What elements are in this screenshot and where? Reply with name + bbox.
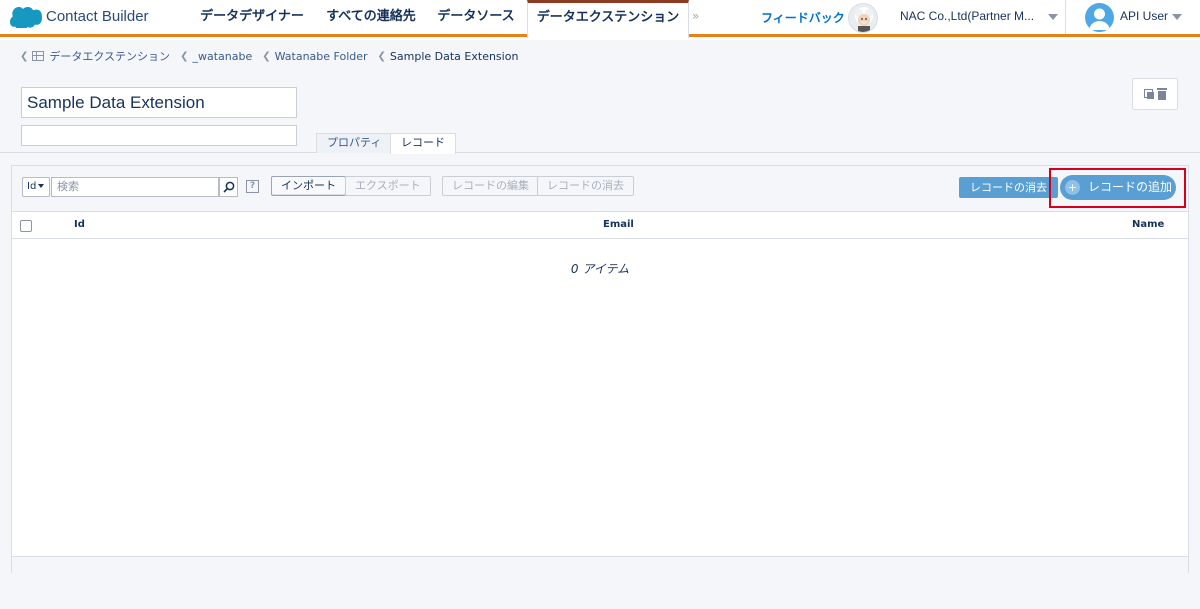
subtab-divider <box>0 152 1200 153</box>
breadcrumb-data-extensions[interactable]: データエクステンション <box>49 48 170 64</box>
breadcrumb: ❮ データエクステンション ❮ _watanabe ❮ Watanabe Fol… <box>20 48 528 64</box>
header-divider <box>1065 0 1066 34</box>
extension-description-input[interactable] <box>21 125 297 146</box>
help-icon[interactable]: ? <box>246 180 259 193</box>
select-all-checkbox[interactable] <box>20 220 32 232</box>
breadcrumb-chevron-icon: ❮ <box>377 50 386 62</box>
copy-delete-button[interactable] <box>1132 78 1178 110</box>
records-panel: Id ? インポート エクスポート レコードの編集 レコードの消去 レコードの消… <box>11 165 1189 573</box>
table-header: Id Email Name <box>12 212 1188 239</box>
edit-records-button[interactable]: レコードの編集 <box>442 176 539 196</box>
user-icon <box>1089 8 1110 30</box>
breadcrumb-current: Sample Data Extension <box>389 49 519 63</box>
panel-footer <box>12 556 1188 573</box>
breadcrumb-watanabe[interactable]: _watanabe <box>192 50 252 63</box>
records-toolbar: Id ? インポート エクスポート レコードの編集 レコードの消去 レコードの消… <box>12 166 1188 212</box>
search-icon <box>222 181 234 193</box>
tab-records[interactable]: レコード <box>390 133 456 154</box>
einstein-avatar <box>848 3 878 33</box>
delete-records-button[interactable]: レコードの消去 <box>537 176 634 196</box>
search-field-select[interactable]: Id <box>22 177 50 197</box>
user-avatar[interactable] <box>1085 3 1114 32</box>
user-name[interactable]: API User <box>1120 9 1168 23</box>
add-record-label: レコードの追加 <box>1088 180 1173 194</box>
column-header-email[interactable]: Email <box>603 219 634 230</box>
chevron-down-icon[interactable] <box>1048 14 1058 20</box>
plus-icon: + <box>1065 180 1080 195</box>
breadcrumb-chevron-icon: ❮ <box>262 50 271 62</box>
nav-more-icon[interactable]: » <box>692 9 699 23</box>
nav-tab-all-contacts[interactable]: すべての連絡先 <box>318 0 424 34</box>
extension-name-input[interactable] <box>21 87 297 118</box>
nav-tab-data-sources[interactable]: データソース <box>428 0 524 34</box>
global-header: Contact Builder データデザイナー すべての連絡先 データソース … <box>0 0 1200 38</box>
breadcrumb-watanabe-folder[interactable]: Watanabe Folder <box>275 50 368 63</box>
search-button[interactable] <box>219 177 238 197</box>
column-header-id[interactable]: Id <box>74 219 85 230</box>
trash-icon[interactable] <box>1156 88 1167 100</box>
nav-tab-data-extensions[interactable]: データエクステンション <box>527 0 689 38</box>
feedback-link[interactable]: フィードバック <box>761 9 845 26</box>
tab-properties[interactable]: プロパティ <box>316 133 393 153</box>
empty-message: 0 アイテム <box>570 262 630 276</box>
search-field-value: Id <box>27 181 37 192</box>
app-name: Contact Builder <box>46 8 149 25</box>
import-button[interactable]: インポート <box>271 176 346 196</box>
salesforce-cloud-logo <box>10 7 42 28</box>
export-button[interactable]: エクスポート <box>345 176 431 196</box>
column-header-name[interactable]: Name <box>1132 219 1164 230</box>
nav-tab-data-designer[interactable]: データデザイナー <box>190 0 314 34</box>
chevron-down-icon[interactable] <box>1172 14 1182 20</box>
search-input[interactable] <box>51 177 219 197</box>
breadcrumb-chevron-icon: ❮ <box>180 50 189 62</box>
copy-icon[interactable] <box>1143 88 1155 100</box>
clear-records-button[interactable]: レコードの消去 <box>959 177 1058 198</box>
einstein-icon <box>855 7 873 32</box>
data-extension-icon <box>32 51 45 61</box>
add-record-button[interactable]: + レコードの追加 <box>1060 175 1176 200</box>
breadcrumb-chevron-icon: ❮ <box>20 50 29 62</box>
chevron-down-icon <box>38 184 45 188</box>
org-switcher[interactable]: NAC Co.,Ltd(Partner M... <box>900 9 1034 23</box>
